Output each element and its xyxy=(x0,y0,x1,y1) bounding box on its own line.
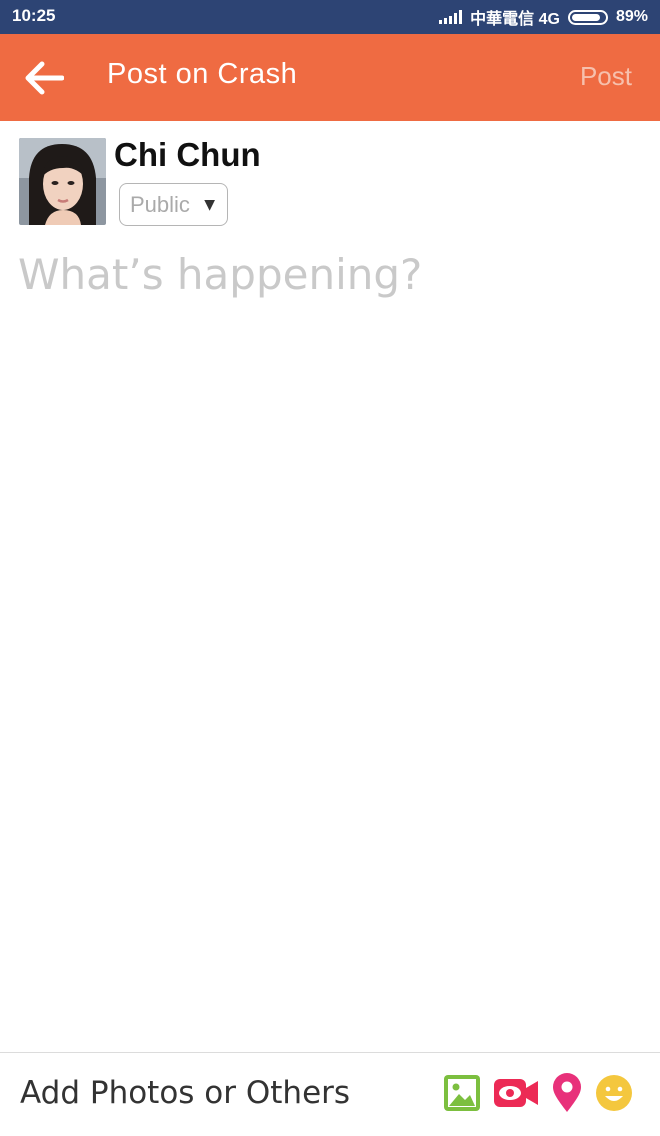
status-indicators: 中華電信 4G 89% xyxy=(439,6,648,28)
post-text-input[interactable] xyxy=(18,250,638,1010)
post-button[interactable]: Post xyxy=(580,61,632,92)
video-icon[interactable] xyxy=(492,1073,540,1113)
carrier-label: 中華電信 4G xyxy=(470,11,560,28)
location-icon[interactable] xyxy=(547,1073,587,1113)
app-bar: Post on Crash Post xyxy=(0,34,660,121)
back-button[interactable] xyxy=(20,54,68,102)
battery-icon xyxy=(567,9,608,25)
bottom-bar: Add Photos or Others xyxy=(0,1052,660,1136)
privacy-dropdown[interactable]: Public ▼ xyxy=(119,183,228,226)
avatar xyxy=(19,138,106,225)
signal-icon xyxy=(439,10,463,24)
battery-level xyxy=(571,13,600,21)
user-name: Chi Chun xyxy=(114,136,261,173)
dropdown-caret-icon: ▼ xyxy=(204,196,215,213)
add-photos-label[interactable]: Add Photos or Others xyxy=(20,1075,350,1111)
emoji-icon[interactable] xyxy=(594,1073,634,1113)
status-time: 10:25 xyxy=(12,6,56,25)
back-arrow-icon xyxy=(25,61,64,95)
photo-icon[interactable] xyxy=(442,1073,482,1113)
privacy-label: Public xyxy=(130,191,190,217)
status-bar: 10:25 中華電信 4G 89% xyxy=(0,0,660,34)
page-title: Post on Crash xyxy=(107,58,298,90)
battery-percent: 89% xyxy=(615,8,648,25)
